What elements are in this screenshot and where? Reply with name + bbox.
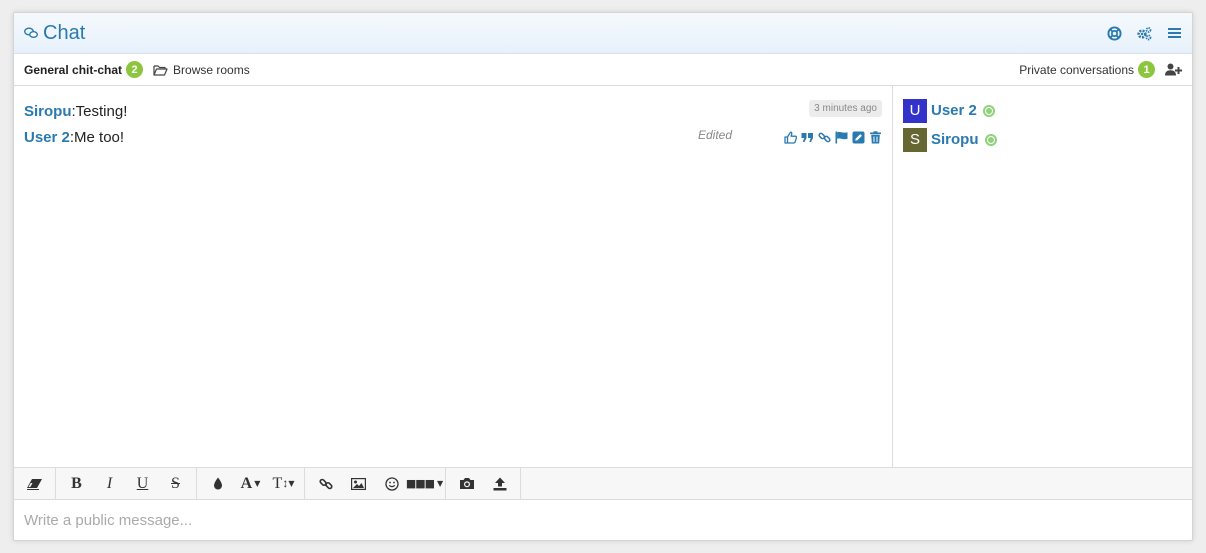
message-composer xyxy=(14,500,1192,540)
delete-icon[interactable] xyxy=(869,131,882,144)
message-item: Siropu: Testing! 3 minutes ago xyxy=(24,98,882,124)
settings-gears-icon[interactable] xyxy=(1136,25,1152,41)
current-room-tab[interactable]: General chit-chat 2 xyxy=(24,61,144,78)
emoji-smiley-icon[interactable] xyxy=(375,468,408,500)
edit-icon[interactable] xyxy=(852,131,865,144)
user-list: U User 2 S Siropu xyxy=(893,86,1192,467)
chat-widget: Chat General chit-chat 2 Browse rooms Pr… xyxy=(13,12,1193,541)
editor-toolbar: B I U S A ▼ T ↕ ▼ ■■■ ▼ xyxy=(14,467,1192,500)
private-conversations-label: Private conversations xyxy=(1019,62,1134,77)
chat-bubbles-icon xyxy=(24,27,38,39)
chat-title-text: Chat xyxy=(43,21,86,44)
folder-open-icon xyxy=(153,64,168,76)
upload-icon[interactable] xyxy=(483,468,516,500)
bold-icon[interactable]: B xyxy=(60,468,93,500)
eraser-icon[interactable] xyxy=(18,468,51,500)
message-list: Siropu: Testing! 3 minutes ago User 2: M… xyxy=(14,86,893,467)
message-item: User 2: Me too! Edited xyxy=(24,124,882,150)
like-icon[interactable] xyxy=(784,131,797,144)
private-conversations-link[interactable]: Private conversations 1 xyxy=(1019,61,1182,78)
avatar: S xyxy=(903,127,927,152)
add-user-icon[interactable] xyxy=(1165,63,1182,76)
message-author[interactable]: Siropu xyxy=(24,103,72,120)
camera-icon[interactable] xyxy=(450,468,483,500)
user-name[interactable]: User 2 xyxy=(931,102,977,119)
user-list-item[interactable]: S Siropu xyxy=(903,125,1182,154)
online-status-icon xyxy=(982,104,995,117)
menu-icon[interactable] xyxy=(1166,25,1182,41)
underline-icon[interactable]: U xyxy=(126,468,159,500)
italic-icon[interactable]: I xyxy=(93,468,126,500)
browse-rooms-link[interactable]: Browse rooms xyxy=(153,63,250,77)
flag-icon[interactable] xyxy=(835,131,848,144)
quote-icon[interactable] xyxy=(801,131,814,144)
font-size-dropdown-icon[interactable]: T ↕ ▼ xyxy=(267,468,300,500)
current-room-label: General chit-chat xyxy=(24,62,123,77)
message-edited-status: Edited xyxy=(697,128,732,142)
message-actions xyxy=(784,131,882,144)
user-name[interactable]: Siropu xyxy=(931,131,979,148)
online-status-icon xyxy=(984,133,997,146)
message-timestamp: 3 minutes ago xyxy=(809,100,882,117)
message-author[interactable]: User 2 xyxy=(24,129,70,146)
link-icon[interactable] xyxy=(818,131,831,144)
more-options-dropdown-icon[interactable]: ■■■ ▼ xyxy=(406,468,443,500)
help-lifebuoy-icon[interactable] xyxy=(1106,25,1122,41)
message-text: Me too! xyxy=(74,128,125,146)
user-list-item[interactable]: U User 2 xyxy=(903,96,1182,125)
room-bar: General chit-chat 2 Browse rooms Private… xyxy=(14,54,1192,86)
insert-image-icon[interactable] xyxy=(342,468,375,500)
private-count-badge: 1 xyxy=(1138,61,1155,78)
insert-link-icon[interactable] xyxy=(309,468,342,500)
chat-header: Chat xyxy=(14,13,1192,54)
message-text: Testing! xyxy=(75,102,128,120)
message-input[interactable] xyxy=(24,512,1182,529)
font-family-dropdown-icon[interactable]: A ▼ xyxy=(234,468,267,500)
chat-title: Chat xyxy=(24,22,85,45)
strikethrough-icon[interactable]: S xyxy=(159,468,192,500)
room-user-count-badge: 2 xyxy=(126,61,144,78)
browse-rooms-label: Browse rooms xyxy=(173,62,250,77)
avatar: U xyxy=(903,98,927,123)
text-color-drop-icon[interactable] xyxy=(201,468,234,500)
